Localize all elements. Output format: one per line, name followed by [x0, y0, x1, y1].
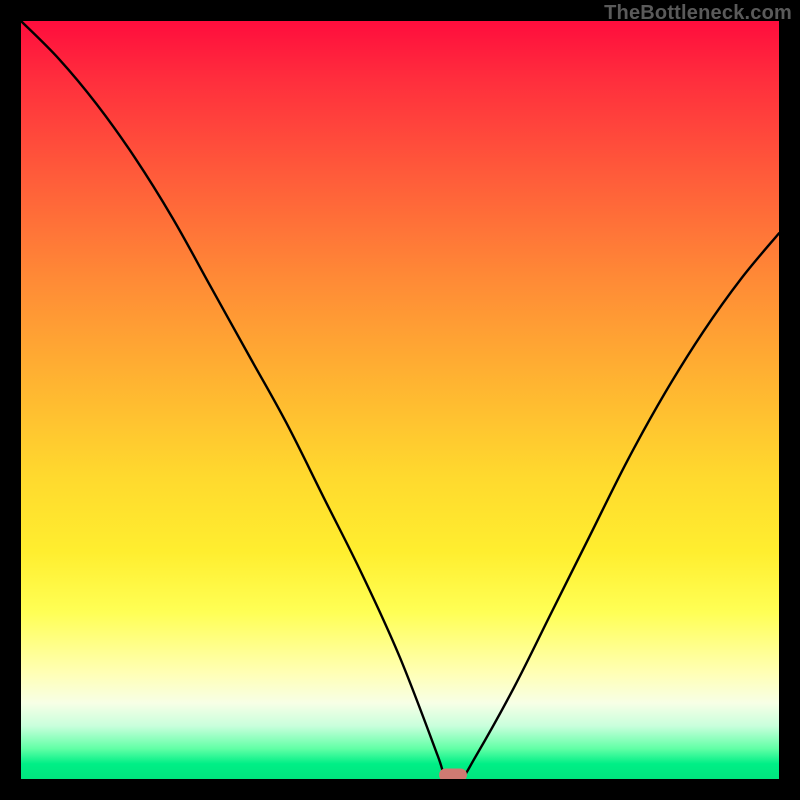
plot-area [21, 21, 779, 779]
bottleneck-curve [21, 21, 779, 779]
minimum-marker [439, 769, 467, 780]
chart-frame: TheBottleneck.com [0, 0, 800, 800]
watermark-text: TheBottleneck.com [604, 2, 792, 25]
